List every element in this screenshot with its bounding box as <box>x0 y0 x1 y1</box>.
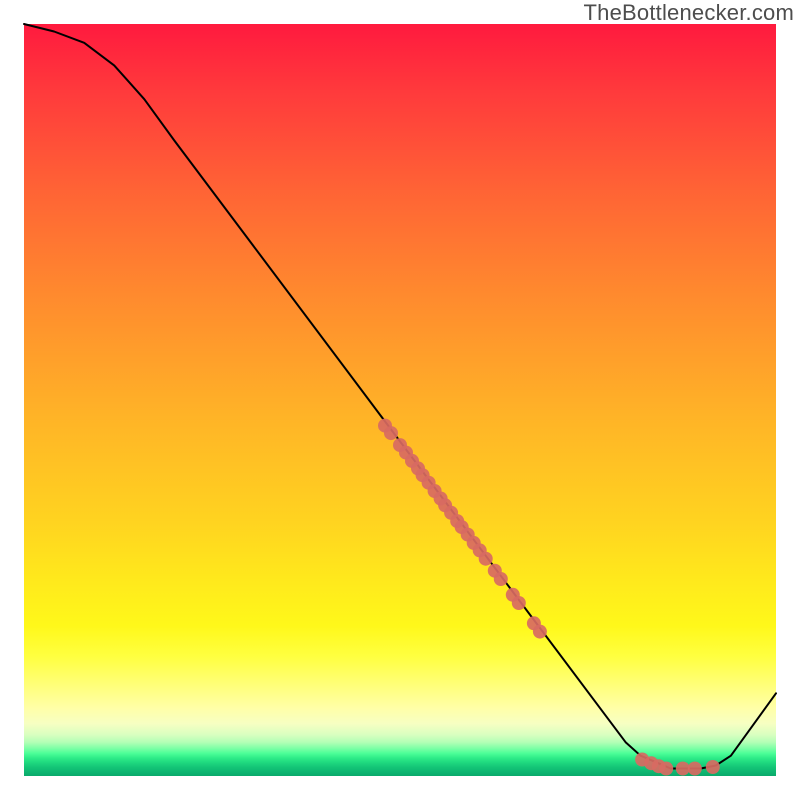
data-point <box>512 596 526 610</box>
chart-container: TheBottlenecker.com <box>0 0 800 800</box>
data-point <box>479 552 493 566</box>
chart-svg <box>24 24 776 776</box>
watermark-text: TheBottlenecker.com <box>584 0 794 26</box>
data-point <box>676 762 690 776</box>
data-point <box>706 760 720 774</box>
data-point <box>494 572 508 586</box>
data-point <box>688 762 702 776</box>
bottleneck-curve <box>24 24 776 769</box>
plot-area <box>24 24 776 776</box>
data-point <box>659 762 673 776</box>
data-point <box>533 625 547 639</box>
data-point <box>384 426 398 440</box>
scatter-points <box>378 419 720 776</box>
